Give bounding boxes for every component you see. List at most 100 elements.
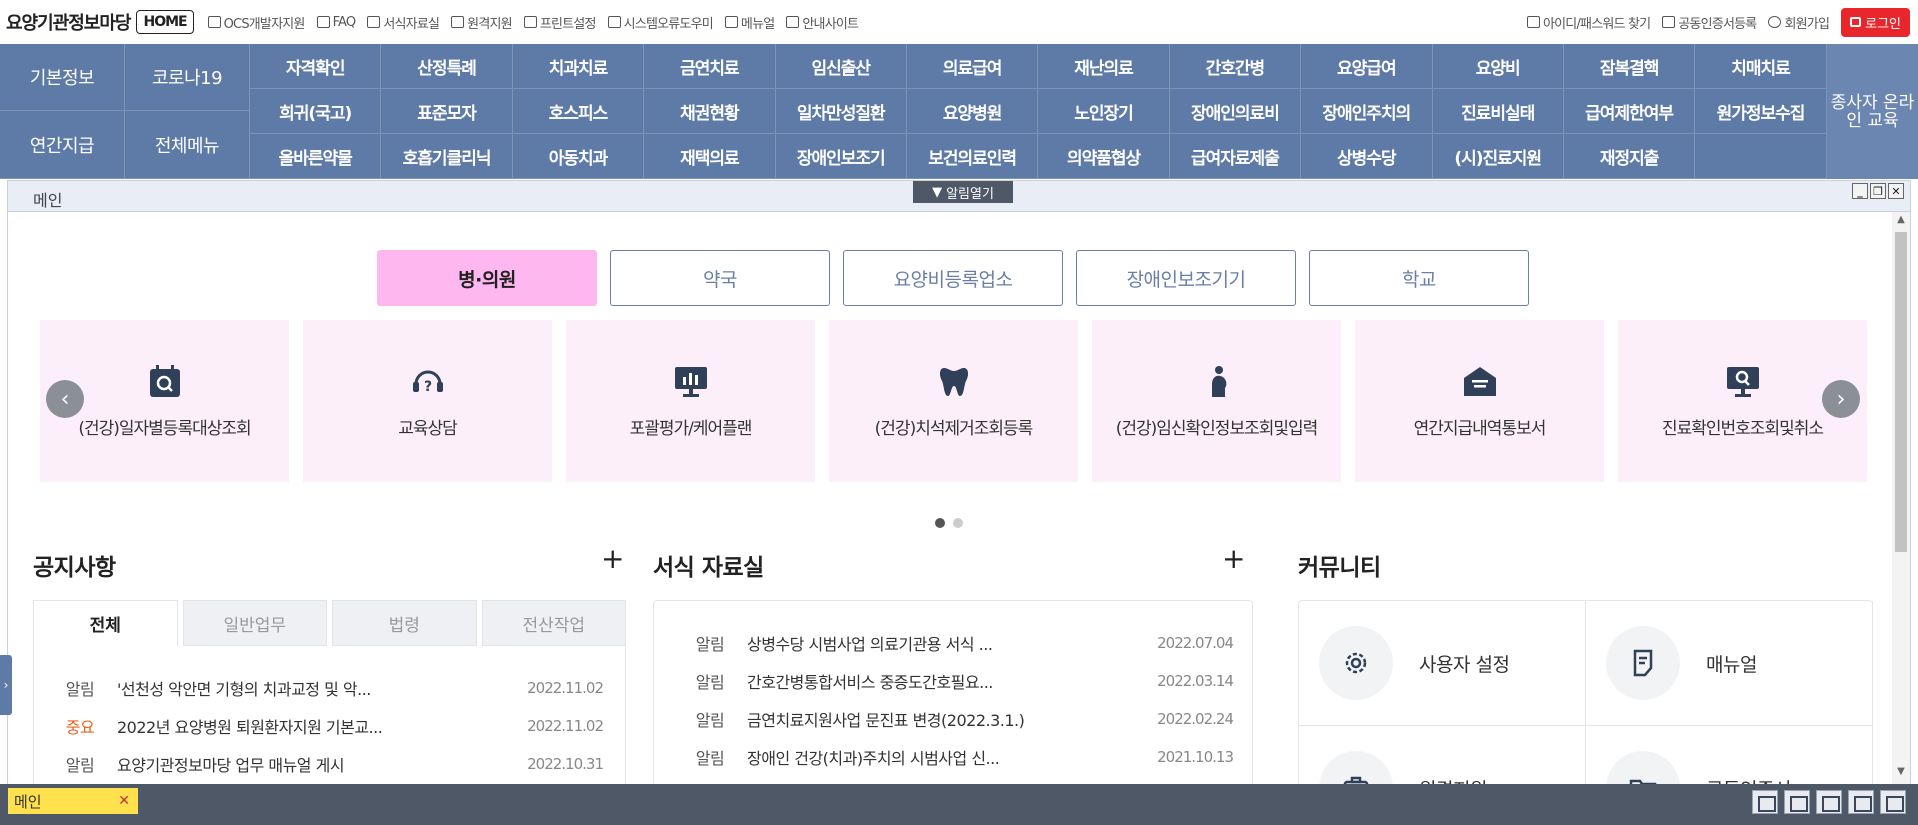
nav-menu-item[interactable]: 표준모자: [381, 89, 513, 134]
notice-more-button[interactable]: +: [601, 542, 624, 575]
list-item[interactable]: 중요 2022년 요양병원 퇴원환자지원 기본교... 2022.11.02: [43, 707, 604, 745]
nav-menu-item[interactable]: 희귀(국고): [250, 89, 382, 134]
list-item-title[interactable]: 2022년 요양병원 퇴원환자지원 기본교...: [117, 714, 503, 738]
tab-notice-category[interactable]: 전체: [33, 600, 178, 646]
tab-institution-type[interactable]: 병·의원: [377, 250, 597, 306]
nav-menu-item[interactable]: 의료급여: [906, 44, 1039, 89]
vertical-scrollbar[interactable]: ▲ ▼: [1892, 212, 1910, 784]
nav-menu-item[interactable]: 급여제한여부: [1563, 89, 1696, 134]
scroll-thumb[interactable]: [1895, 232, 1907, 552]
nav-menu-item[interactable]: 금연치료: [644, 44, 776, 89]
nav-menu-item[interactable]: 재정지출: [1563, 134, 1696, 179]
nav-menu-item[interactable]: 요양병원: [906, 89, 1039, 134]
nav-menu-item[interactable]: 임신출산: [775, 44, 907, 89]
close-tab-icon[interactable]: ✕: [118, 793, 130, 809]
certificate-register-link[interactable]: 공동인증서등록: [1662, 13, 1757, 32]
nav-menu-item[interactable]: 채권현황: [644, 89, 776, 134]
scroll-down-icon[interactable]: ▼: [1892, 766, 1910, 782]
quick-menu-card[interactable]: (건강)임신확인정보조회및입력: [1092, 320, 1341, 482]
nav-menu-item[interactable]: 의약품협상: [1038, 134, 1170, 179]
list-item[interactable]: 알림 장애인 건강(치과)주치의 시범사업 신... 2021.10.13: [673, 738, 1234, 776]
print-settings-link[interactable]: 프린트설정: [523, 13, 596, 32]
form-library-more-button[interactable]: +: [1222, 542, 1245, 575]
nav-menu-item[interactable]: 산정특례: [381, 44, 513, 89]
community-item[interactable]: 공동인증서: [1586, 726, 1873, 784]
nav-menu-item[interactable]: 치과치료: [512, 44, 645, 89]
list-item[interactable]: 알림 금연치료지원사업 문진표 변경(2022.3.1.) 2022.02.24: [673, 700, 1234, 738]
list-item-title[interactable]: 장애인 건강(치과)주치의 시범사업 신...: [747, 745, 1133, 769]
guide-site-link[interactable]: 안내사이트: [786, 13, 859, 32]
list-item[interactable]: 알림 요양기관정보마당 업무 매뉴얼 게시 2022.10.31: [43, 745, 604, 783]
notice-open-button[interactable]: ▼ 알림열기: [913, 181, 1013, 203]
home-button[interactable]: HOME: [136, 10, 194, 34]
form-library-link[interactable]: 서식자료실: [367, 13, 440, 32]
signup-link[interactable]: 회원가입: [1768, 13, 1830, 32]
layout-split-icon[interactable]: [1784, 790, 1810, 814]
list-item-title[interactable]: 금연치료지원사업 문진표 변경(2022.3.1.): [747, 707, 1133, 731]
quick-menu-card[interactable]: 포괄평가/케어플랜: [566, 320, 815, 482]
layout-close-all-icon[interactable]: [1880, 790, 1906, 814]
nav-menu-item[interactable]: (시)진료지원: [1432, 134, 1564, 179]
list-item-title[interactable]: 상병수당 시범사업 의료기관용 서식 ...: [747, 631, 1133, 655]
faq-link[interactable]: FAQ: [316, 15, 356, 30]
nav-menu-item[interactable]: 장애인주치의: [1301, 89, 1433, 134]
community-item[interactable]: 원격지원: [1299, 726, 1586, 784]
nav-menu-item[interactable]: 올바른약물: [250, 134, 382, 179]
layout-tile-icon[interactable]: [1848, 790, 1874, 814]
nav-menu-item[interactable]: 원가정보수집: [1695, 89, 1827, 134]
manual-link[interactable]: 메뉴얼: [724, 13, 775, 32]
tab-notice-category[interactable]: 전산작업: [481, 600, 626, 646]
tab-institution-type[interactable]: 학교: [1309, 250, 1529, 306]
tab-notice-category[interactable]: 일반업무: [182, 600, 327, 646]
nav-menu-item[interactable]: 노인장기: [1038, 89, 1170, 134]
nav-basic-info[interactable]: 기본정보: [0, 44, 125, 111]
nav-menu-item[interactable]: 호흡기클리닉: [381, 134, 513, 179]
nav-menu-item[interactable]: 보건의료인력: [906, 134, 1039, 179]
layout-single-icon[interactable]: [1752, 790, 1778, 814]
nav-menu-item[interactable]: 장애인의료비: [1169, 89, 1302, 134]
scroll-up-icon[interactable]: ▲: [1892, 214, 1910, 230]
tab-institution-type[interactable]: 약국: [610, 250, 830, 306]
remote-support-link[interactable]: 원격지원: [451, 13, 513, 32]
list-item-title[interactable]: 간호간병통합서비스 중증도간호필요...: [747, 669, 1133, 693]
login-button[interactable]: 로그인: [1841, 7, 1910, 37]
nav-menu-item[interactable]: 요양비: [1432, 44, 1564, 89]
system-error-help-link[interactable]: 시스템오류도우미: [607, 13, 714, 32]
carousel-dot-2[interactable]: [953, 518, 963, 528]
nav-menu-item[interactable]: 재난의료: [1038, 44, 1170, 89]
carousel-dot-1[interactable]: [935, 518, 945, 528]
tab-institution-type[interactable]: 장애인보조기기: [1076, 250, 1296, 306]
carousel-next-button[interactable]: ›: [1822, 380, 1860, 418]
nav-menu-item[interactable]: 잠복결핵: [1563, 44, 1696, 89]
nav-menu-item[interactable]: 아동치과: [512, 134, 645, 179]
nav-all-menu[interactable]: 전체메뉴: [125, 111, 250, 179]
list-item[interactable]: 알림 '선천성 악안면 기형의 치과교정 및 악... 2022.11.02: [43, 669, 604, 707]
community-item[interactable]: 사용자 설정: [1299, 601, 1586, 726]
nav-menu-item[interactable]: 급여자료제출: [1169, 134, 1302, 179]
quick-menu-card[interactable]: (건강)치석제거조회등록: [829, 320, 1078, 482]
quick-menu-card[interactable]: ? 교육상담: [303, 320, 552, 482]
carousel-prev-button[interactable]: ‹: [46, 380, 84, 418]
list-item-title[interactable]: 요양기관정보마당 업무 매뉴얼 게시: [117, 752, 503, 776]
staff-online-education-link[interactable]: 종사자 온라인 교육: [1827, 44, 1918, 179]
restore-icon[interactable]: ❐: [1870, 183, 1886, 199]
nav-menu-item[interactable]: 자격확인: [250, 44, 382, 89]
tab-notice-category[interactable]: 법령: [332, 600, 477, 646]
community-item[interactable]: 매뉴얼: [1586, 601, 1873, 726]
layout-cascade-icon[interactable]: [1816, 790, 1842, 814]
quick-menu-card[interactable]: 연간지급내역통보서: [1355, 320, 1604, 482]
list-item[interactable]: 알림 상병수당 시범사업 의료기관용 서식 ... 2022.07.04: [673, 624, 1234, 662]
nav-menu-item[interactable]: 일차만성질환: [775, 89, 907, 134]
nav-menu-item[interactable]: 재택의료: [644, 134, 776, 179]
ocs-dev-link[interactable]: OCS개발자지원: [207, 13, 305, 32]
list-item[interactable]: 알림 간호간병통합서비스 중증도간호필요... 2022.03.14: [673, 662, 1234, 700]
minimize-icon[interactable]: _: [1852, 183, 1868, 199]
close-icon[interactable]: ✕: [1888, 183, 1904, 199]
nav-menu-item[interactable]: 진료비실태: [1432, 89, 1564, 134]
side-panel-toggle[interactable]: ›: [0, 655, 12, 715]
open-tab-main[interactable]: 메인 ✕: [8, 788, 138, 814]
nav-menu-item[interactable]: 요양급여: [1301, 44, 1433, 89]
nav-menu-item[interactable]: 장애인보조기: [775, 134, 907, 179]
nav-menu-item[interactable]: 호스피스: [512, 89, 645, 134]
nav-menu-item[interactable]: 간호간병: [1169, 44, 1302, 89]
